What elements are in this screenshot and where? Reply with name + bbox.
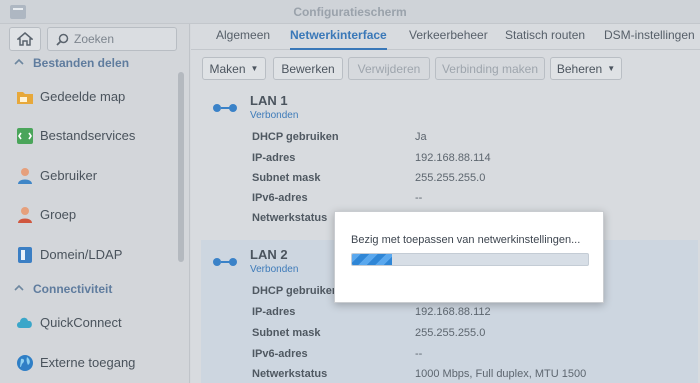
manage-button[interactable]: Beheren ▼ bbox=[550, 57, 622, 80]
tab-network-interface[interactable]: Netwerkinterface bbox=[290, 28, 387, 50]
chevron-up-icon bbox=[14, 284, 24, 291]
domain-ldap-icon bbox=[18, 247, 32, 263]
home-button[interactable] bbox=[9, 27, 41, 51]
chevron-up-icon bbox=[14, 58, 24, 65]
toolbar: Maken ▼ Bewerken Verwijderen Verbinding … bbox=[191, 57, 700, 81]
detail-value: 192.168.88.114 bbox=[415, 152, 491, 164]
detail-label: IPv6-adres bbox=[252, 192, 308, 204]
sidebar-item-label: Gedeelde map bbox=[40, 89, 126, 104]
create-label: Maken bbox=[209, 61, 246, 76]
control-panel-window: Configuratiescherm Bestanden delen bbox=[0, 0, 700, 383]
quickconnect-icon bbox=[17, 317, 32, 328]
progress-message: Bezig met toepassen van netwerkinstellin… bbox=[351, 234, 581, 246]
detail-value: 255.255.255.0 bbox=[415, 327, 486, 339]
create-button[interactable]: Maken ▼ bbox=[202, 57, 266, 80]
detail-label: Netwerkstatus bbox=[252, 212, 328, 224]
sidebar-item-label: Bestandservices bbox=[40, 128, 136, 143]
tab-general[interactable]: Algemeen bbox=[216, 28, 270, 50]
section-label: Connectiviteit bbox=[33, 282, 113, 296]
file-services-icon bbox=[17, 128, 33, 144]
group-icon bbox=[18, 207, 32, 223]
caret-down-icon: ▼ bbox=[607, 64, 616, 73]
sidebar-item-group[interactable]: Groep bbox=[0, 196, 182, 234]
tab-traffic-control[interactable]: Verkeerbeheer bbox=[409, 28, 488, 50]
detail-label: IPv6-adres bbox=[252, 348, 308, 360]
sidebar-scrollbar[interactable] bbox=[178, 72, 184, 262]
detail-value: 1000 Mbps, Full duplex, MTU 1500 bbox=[415, 368, 587, 380]
progress-dialog: Bezig met toepassen van netwerkinstellin… bbox=[334, 211, 604, 303]
main-panel: Algemeen Netwerkinterface Verkeerbeheer … bbox=[191, 24, 700, 383]
globe-icon bbox=[17, 355, 33, 371]
detail-label: DHCP gebruiken bbox=[252, 131, 339, 143]
detail-value: -- bbox=[415, 348, 423, 360]
sidebar-item-label: Groep bbox=[40, 207, 77, 222]
delete-button[interactable]: Verwijderen bbox=[348, 57, 430, 80]
section-connectivity[interactable]: Connectiviteit bbox=[0, 278, 182, 300]
sidebar-item-shared-folder[interactable]: Gedeelde map bbox=[0, 78, 182, 116]
window-title: Configuratiescherm bbox=[293, 5, 407, 19]
detail-label: Subnet mask bbox=[252, 327, 321, 339]
section-file-sharing[interactable]: Bestanden delen bbox=[0, 52, 182, 74]
caret-down-icon: ▼ bbox=[250, 64, 259, 73]
tab-dsm-settings[interactable]: DSM-instellingen bbox=[604, 28, 695, 50]
sidebar-item-label: QuickConnect bbox=[40, 315, 122, 330]
detail-value: 192.168.88.112 bbox=[415, 306, 491, 318]
sidebar-item-label: Gebruiker bbox=[40, 168, 98, 183]
detail-label: DHCP gebruiken bbox=[252, 285, 339, 297]
detail-label: IP-adres bbox=[252, 152, 296, 164]
search-icon bbox=[56, 33, 69, 46]
detail-value: -- bbox=[415, 192, 423, 204]
manage-label: Beheren bbox=[556, 61, 603, 76]
sidebar-item-user[interactable]: Gebruiker bbox=[0, 157, 182, 195]
network-interface-icon bbox=[213, 104, 237, 112]
interface-status: Verbonden bbox=[250, 264, 299, 275]
sidebar-item-quickconnect[interactable]: QuickConnect bbox=[0, 304, 182, 342]
sidebar-item-label: Externe toegang bbox=[40, 355, 136, 370]
tab-static-route[interactable]: Statisch routen bbox=[505, 28, 585, 50]
folder-share-icon bbox=[17, 92, 33, 104]
home-icon bbox=[17, 32, 33, 46]
title-bar: Configuratiescherm bbox=[0, 0, 700, 24]
interface-name: LAN 2 bbox=[250, 247, 288, 262]
search-input[interactable] bbox=[74, 30, 174, 48]
detail-label: Netwerkstatus bbox=[252, 368, 328, 380]
sidebar: Bestanden delen Gedeelde map Bestandserv… bbox=[0, 24, 190, 383]
user-icon bbox=[18, 168, 32, 184]
progress-bar bbox=[351, 253, 589, 266]
detail-value: Ja bbox=[415, 131, 427, 143]
tab-bar: Algemeen Netwerkinterface Verkeerbeheer … bbox=[191, 24, 700, 50]
network-interface-icon bbox=[213, 258, 237, 266]
detail-label: Subnet mask bbox=[252, 172, 321, 184]
detail-label: IP-adres bbox=[252, 306, 296, 318]
sidebar-item-domain-ldap[interactable]: Domein/LDAP bbox=[0, 236, 182, 274]
search-field[interactable] bbox=[47, 27, 177, 51]
interface-status: Verbonden bbox=[250, 110, 299, 121]
sidebar-item-external-access[interactable]: Externe toegang bbox=[0, 344, 182, 382]
detail-value: 255.255.255.0 bbox=[415, 172, 486, 184]
section-label: Bestanden delen bbox=[33, 56, 130, 70]
progress-fill bbox=[352, 254, 393, 265]
edit-button[interactable]: Bewerken bbox=[273, 57, 343, 80]
sidebar-item-file-services[interactable]: Bestandservices bbox=[0, 117, 182, 155]
sidebar-item-label: Domein/LDAP bbox=[40, 247, 123, 262]
connect-button[interactable]: Verbinding maken bbox=[435, 57, 545, 80]
interface-name: LAN 1 bbox=[250, 93, 288, 108]
